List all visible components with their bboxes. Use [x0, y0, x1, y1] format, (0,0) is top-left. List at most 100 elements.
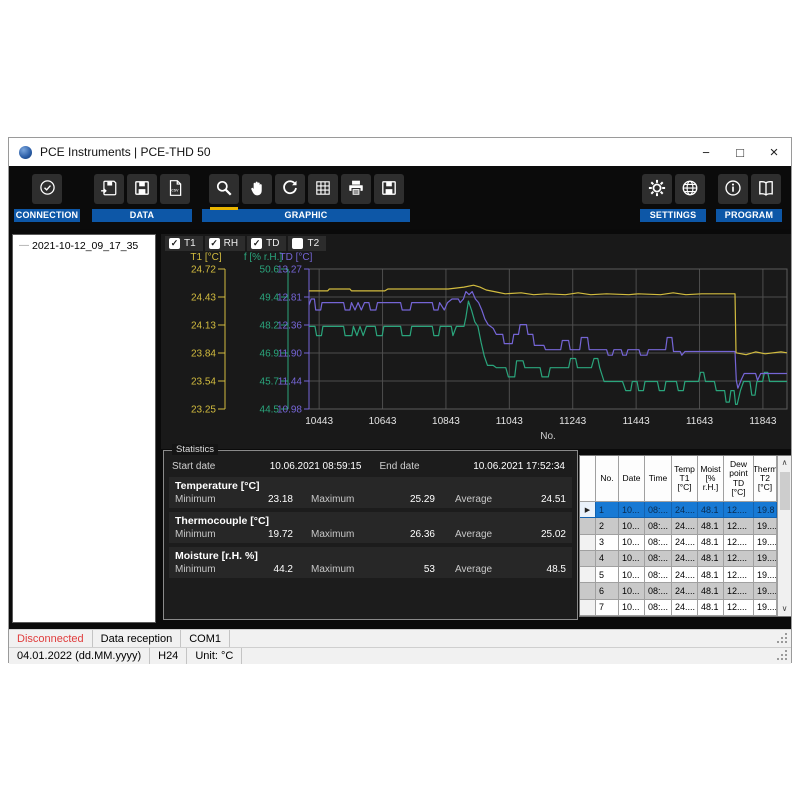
statistics-panel: Statistics Start date 10.06.2021 08:59:1…: [163, 450, 578, 620]
save-graphic-button[interactable]: [374, 174, 404, 204]
connection-status: Disconnected: [9, 630, 93, 647]
table-cell: 48.1: [698, 518, 724, 534]
data-reception-status: Data reception: [93, 630, 182, 647]
checkbox-unchecked-icon[interactable]: [292, 238, 303, 249]
table-cell: 12....: [724, 551, 754, 567]
series-chip-label: T2: [307, 238, 319, 249]
checkbox-checked-icon[interactable]: ✓: [209, 238, 220, 249]
measurement-tree: — 2021-10-12_09_17_35: [12, 234, 156, 623]
table-cell: 2: [596, 518, 619, 534]
print-button[interactable]: [341, 174, 371, 204]
language-button[interactable]: [675, 174, 705, 204]
check-circle-icon: [39, 179, 56, 199]
globe-icon: [681, 179, 699, 200]
magnifier-icon: [215, 179, 233, 200]
table-cell: 12....: [724, 600, 754, 616]
chart-canvas[interactable]: 1044310643108431104311243114431164311843…: [161, 234, 791, 449]
table-row[interactable]: 710...08:...24....48.112....19....: [580, 600, 777, 616]
table-row[interactable]: 310...08:...24....48.112....19....: [580, 535, 777, 551]
minimize-button[interactable]: −: [689, 138, 723, 166]
row-header-cell: [580, 535, 596, 551]
series-chip-t2: T2: [288, 236, 326, 251]
svg-text:23.25: 23.25: [191, 405, 216, 416]
settings-group-label: SETTINGS: [640, 209, 706, 222]
pan-tool-button[interactable]: [242, 174, 272, 204]
table-cell: 10...: [619, 583, 645, 599]
close-button[interactable]: ×: [757, 138, 791, 166]
svg-text:24.72: 24.72: [191, 265, 216, 276]
table-header-row: No.DateTimeTemp T1 [°C]Moist [% r.H.]Dew…: [580, 456, 777, 502]
table-row[interactable]: 510...08:...24....48.112....19....: [580, 567, 777, 583]
tree-item-measurement[interactable]: — 2021-10-12_09_17_35: [13, 238, 155, 253]
table-cell: 5: [596, 567, 619, 583]
export-csv-button[interactable]: csv: [160, 174, 190, 204]
svg-text:No.: No.: [540, 431, 556, 442]
resize-grip[interactable]: [785, 658, 787, 660]
table-cell: 10...: [619, 502, 645, 518]
chart-panel: 1044310643108431104311243114431164311843…: [161, 234, 791, 449]
active-tool-indicator: [210, 207, 238, 210]
table-cell: 48.1: [698, 600, 724, 616]
toolbar-group-connection: CONNECTION: [14, 174, 80, 222]
max-value: 53: [369, 564, 435, 575]
table-scrollbar[interactable]: ∧ ∨: [777, 456, 791, 616]
checkbox-checked-icon[interactable]: ✓: [169, 238, 180, 249]
zoom-tool-button[interactable]: [209, 174, 239, 204]
scrollbar-thumb[interactable]: [780, 472, 790, 510]
table-cell: 10...: [619, 551, 645, 567]
series-chip-t1: ✓T1: [165, 236, 203, 251]
table-cell: 24....: [672, 518, 698, 534]
stats-section-title: Temperature [°C]: [175, 480, 566, 492]
table-row[interactable]: 410...08:...24....48.112....19....: [580, 551, 777, 567]
table-row[interactable]: ▶110...08:...24....48.112....19.8: [580, 502, 777, 518]
series-checkbox-row: ✓T1✓RH✓TDT2: [165, 236, 326, 251]
table-cell: 12....: [724, 535, 754, 551]
max-label: Maximum: [293, 564, 369, 575]
load-data-button[interactable]: [94, 174, 124, 204]
column-header: Time: [645, 456, 672, 502]
toolbar-group-data: csv DATA: [92, 174, 192, 222]
svg-text:13.27: 13.27: [277, 265, 302, 276]
grid-toggle-button[interactable]: [308, 174, 338, 204]
table-cell: 24....: [672, 551, 698, 567]
connect-button[interactable]: [32, 174, 62, 204]
min-value: 23.18: [237, 494, 293, 505]
table-cell: 1: [596, 502, 619, 518]
start-date-value: 10.06.2021 08:59:15: [242, 461, 366, 472]
table-cell: 08:...: [645, 600, 672, 616]
max-label: Maximum: [293, 529, 369, 540]
min-value: 44.2: [237, 564, 293, 575]
scroll-down-icon[interactable]: ∨: [782, 602, 788, 616]
min-label: Minimum: [175, 494, 237, 505]
resize-grip[interactable]: [785, 641, 787, 643]
svg-text:11043: 11043: [496, 416, 524, 427]
scroll-up-icon[interactable]: ∧: [782, 456, 788, 470]
table-cell: 08:...: [645, 518, 672, 534]
stats-section-title: Thermocouple [°C]: [175, 515, 566, 527]
info-button[interactable]: [718, 174, 748, 204]
stats-section-thermocouple: Thermocouple [°C] Minimum 19.72 Maximum …: [169, 512, 572, 543]
settings-button[interactable]: [642, 174, 672, 204]
reset-view-button[interactable]: [275, 174, 305, 204]
info-icon: [724, 179, 742, 200]
save-data-button[interactable]: [127, 174, 157, 204]
maximize-button[interactable]: □: [723, 138, 757, 166]
table-row[interactable]: 210...08:...24....48.112....19....: [580, 518, 777, 534]
start-date-label: Start date: [172, 461, 242, 472]
checkbox-checked-icon[interactable]: ✓: [251, 238, 262, 249]
column-header: Dew point TD [°C]: [724, 456, 754, 502]
column-header: Moist [% r.H.]: [698, 456, 724, 502]
column-header: Date: [619, 456, 645, 502]
svg-text:23.84: 23.84: [191, 349, 216, 360]
data-grid: No.DateTimeTemp T1 [°C]Moist [% r.H.]Dew…: [580, 456, 777, 616]
table-cell: 08:...: [645, 535, 672, 551]
svg-text:23.54: 23.54: [191, 377, 216, 388]
series-chip-rh: ✓RH: [205, 236, 245, 251]
tree-item-label: 2021-10-12_09_17_35: [32, 240, 138, 252]
window-controls: − □ ×: [689, 138, 791, 166]
svg-text:f [% r.H.]: f [% r.H.]: [244, 252, 283, 263]
svg-text:10.98: 10.98: [277, 405, 302, 416]
table-row[interactable]: 610...08:...24....48.112....19....: [580, 583, 777, 599]
row-header-cell: [580, 567, 596, 583]
manual-button[interactable]: [751, 174, 781, 204]
